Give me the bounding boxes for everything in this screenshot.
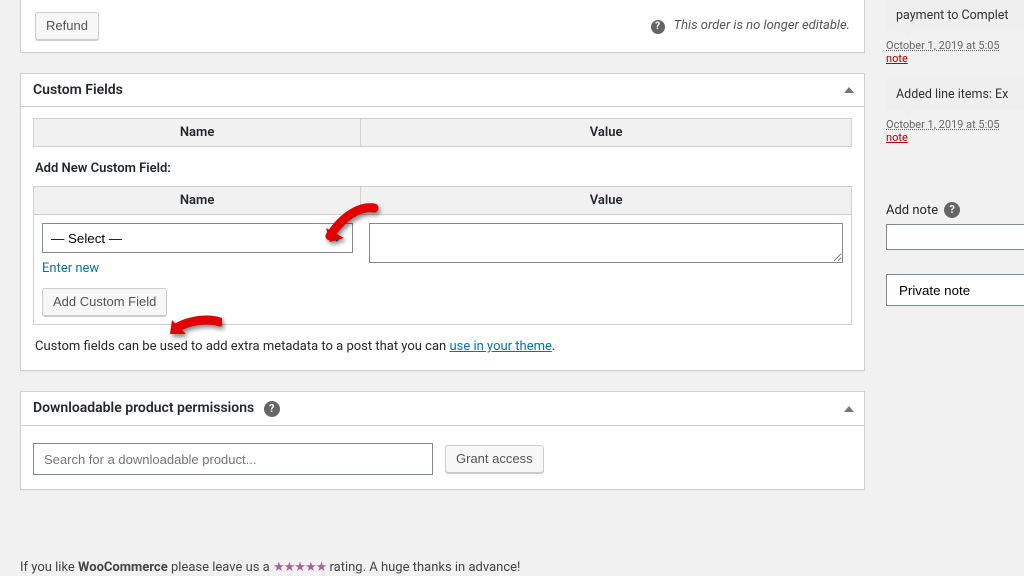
dpp-title: Downloadable product permissions xyxy=(33,400,254,416)
delete-note-link[interactable]: note xyxy=(886,131,908,144)
custom-fields-title: Custom Fields xyxy=(33,82,123,98)
new-cf-name-header: Name xyxy=(34,187,361,215)
custom-fields-description: Custom fields can be used to add extra m… xyxy=(35,339,850,354)
order-note: Added line items: Ex xyxy=(886,79,1024,110)
custom-fields-panel: Custom Fields Name Value Add New Custom … xyxy=(20,73,865,371)
order-not-editable-notice: ? This order is no longer editable. xyxy=(651,18,850,34)
add-custom-field-button[interactable]: Add Custom Field xyxy=(42,288,167,316)
custom-field-value-textarea[interactable] xyxy=(369,223,843,263)
cf-name-header: Name xyxy=(34,119,361,147)
order-actions-bar: Refund ? This order is no longer editabl… xyxy=(20,0,865,53)
add-note-textarea[interactable] xyxy=(886,224,1024,250)
footer-product: WooCommerce xyxy=(78,560,168,575)
add-new-custom-field-label: Add New Custom Field: xyxy=(35,161,850,176)
dpp-heading[interactable]: Downloadable product permissions ? xyxy=(21,392,864,426)
info-icon: ? xyxy=(651,20,665,34)
delete-note-link[interactable]: note xyxy=(886,52,908,65)
panel-toggle-icon[interactable] xyxy=(844,406,854,412)
grant-access-button[interactable]: Grant access xyxy=(445,445,544,473)
downloadable-product-search-input[interactable] xyxy=(33,443,433,475)
rating-stars-link[interactable]: ★★★★★ xyxy=(273,560,326,575)
custom-fields-existing-table: Name Value xyxy=(33,118,852,147)
order-note: payment to Complet xyxy=(886,0,1024,31)
note-type-select[interactable]: Private note xyxy=(886,274,1024,306)
order-note-timestamp: October 1, 2019 at 5:05 xyxy=(886,118,1000,131)
enter-new-link[interactable]: Enter new xyxy=(42,261,99,276)
custom-fields-new-table: Name Value — Select — Enter new Add Cust… xyxy=(33,186,852,325)
custom-field-key-select[interactable]: — Select — xyxy=(42,223,353,253)
use-in-theme-link[interactable]: use in your theme xyxy=(449,339,551,354)
order-not-editable-text: This order is no longer editable. xyxy=(674,18,850,33)
downloadable-permissions-panel: Downloadable product permissions ? Grant… xyxy=(20,391,865,490)
add-note-label: Add note ? xyxy=(886,202,1024,218)
order-note-text: payment to Complet xyxy=(896,8,1009,23)
order-note-text: Added line items: Ex xyxy=(896,87,1008,102)
help-icon[interactable]: ? xyxy=(944,202,960,218)
order-notes-sidebar: payment to Complet October 1, 2019 at 5:… xyxy=(886,0,1024,306)
order-note-timestamp: October 1, 2019 at 5:05 xyxy=(886,39,1000,52)
refund-button[interactable]: Refund xyxy=(35,12,99,40)
footer-rating: If you like WooCommerce please leave us … xyxy=(20,560,520,575)
custom-fields-heading[interactable]: Custom Fields xyxy=(21,74,864,107)
new-cf-value-header: Value xyxy=(361,187,852,215)
help-icon[interactable]: ? xyxy=(264,401,280,417)
cf-value-header: Value xyxy=(361,119,852,147)
panel-toggle-icon[interactable] xyxy=(844,87,854,93)
